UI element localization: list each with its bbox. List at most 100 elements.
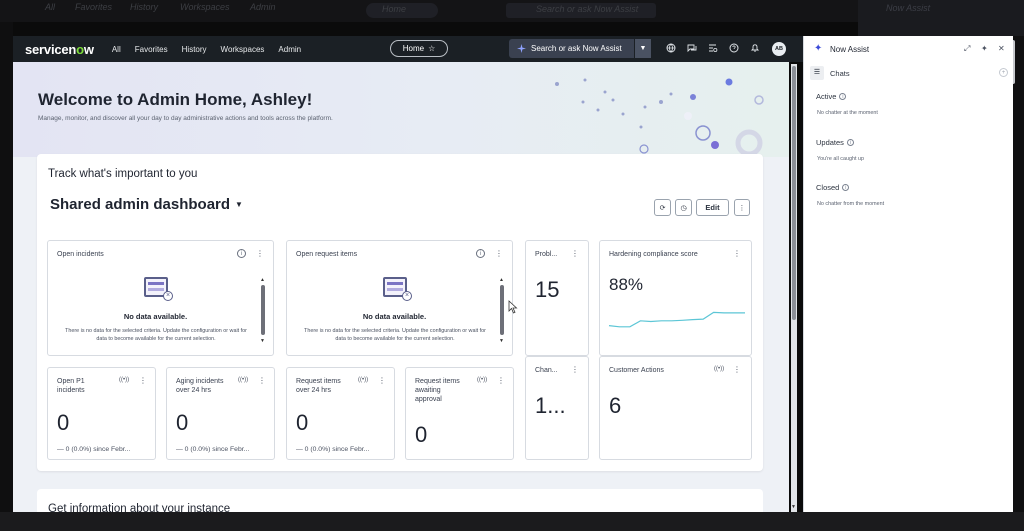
section-title: Track what's important to you: [48, 168, 198, 180]
star-icon[interactable]: ☆: [428, 44, 435, 53]
widget-title: Aging incidents over 24 hrs: [176, 378, 224, 394]
mouse-cursor-icon: [508, 300, 518, 314]
more-vertical-icon[interactable]: ⋮: [256, 249, 264, 258]
widget-title: Probl...: [535, 251, 558, 258]
widget-open-request-items: Open request items i ⋮ × No data availab…: [286, 240, 513, 356]
widget-aging-incidents[interactable]: Aging incidents over 24 hrs ((•)) ⋮ 0 — 0…: [166, 367, 275, 460]
chat-icon[interactable]: [686, 43, 698, 55]
info-icon[interactable]: i: [476, 249, 485, 258]
widget-changes[interactable]: Chan... ⋮ 1...: [525, 356, 589, 460]
info-icon[interactable]: i: [842, 184, 850, 191]
clock-icon: ◷: [680, 204, 687, 212]
ghost-search: Search or ask Now Assist: [506, 3, 656, 18]
bottom-frame: [0, 512, 1024, 531]
new-chat-icon[interactable]: +: [999, 68, 1008, 77]
sparkle-icon: [517, 44, 526, 53]
scroll-thumb[interactable]: [792, 66, 796, 320]
page-subtitle: Manage, monitor, and discover all your d…: [38, 115, 333, 122]
history-button[interactable]: ◷: [675, 199, 692, 216]
scroll-down-icon[interactable]: ▼: [791, 504, 796, 510]
widget-customer-actions[interactable]: Customer Actions ((•)) ⋮ 6: [599, 356, 752, 460]
more-vertical-icon[interactable]: ⋮: [378, 376, 386, 385]
metric-value: 88%: [609, 275, 644, 294]
widget-title: Open P1 incidents: [57, 378, 85, 394]
user-avatar[interactable]: AB: [772, 42, 786, 56]
welcome-banner: Welcome to Admin Home, Ashley! Manage, m…: [13, 62, 789, 157]
nav-admin[interactable]: Admin: [278, 45, 301, 54]
pin-icon[interactable]: ✦: [981, 44, 988, 53]
no-data-title: No data available.: [362, 312, 427, 321]
right-frame: [1013, 36, 1024, 512]
close-icon[interactable]: ✕: [998, 44, 1005, 53]
panel-title: Now Assist: [830, 45, 870, 54]
background-panel-header: Now Assist: [858, 0, 1024, 36]
widget-title: Request items over 24 hrs: [296, 378, 341, 394]
globe-icon[interactable]: [665, 43, 677, 55]
help-icon[interactable]: [728, 43, 740, 55]
ghost-assist-label: Now Assist: [886, 3, 931, 13]
metric-value: 0: [296, 410, 309, 435]
widget-title: Open incidents: [57, 251, 104, 258]
section-title: Get information about your instance: [48, 503, 231, 512]
more-vertical-icon[interactable]: ⋮: [733, 249, 741, 258]
now-assist-search[interactable]: Search or ask Now Assist ▼: [509, 39, 651, 58]
search-list-icon[interactable]: [707, 43, 719, 55]
more-button[interactable]: ⋮: [734, 199, 750, 216]
widget-open-incidents: Open incidents i ⋮ × No data available. …: [47, 240, 274, 356]
sparkline-line: [608, 311, 745, 328]
left-frame: [0, 22, 13, 522]
home-tab-pill[interactable]: Home ☆: [390, 40, 448, 57]
more-vertical-icon[interactable]: ⋮: [497, 376, 505, 385]
main-scrollbar[interactable]: ▼: [791, 64, 797, 512]
chevron-down-icon[interactable]: ▼: [634, 39, 651, 58]
top-navbar: servicenow All Favorites History Workspa…: [13, 36, 803, 62]
section-active[interactable]: Active i: [816, 92, 847, 101]
widget-problems[interactable]: Probl... ⋮ 15: [525, 240, 589, 356]
nav-favorites[interactable]: Favorites: [135, 45, 168, 54]
more-vertical-icon[interactable]: ⋮: [139, 376, 147, 385]
widget-scrollbar[interactable]: ▲ ▼: [260, 277, 266, 345]
metric-value: 0: [415, 422, 428, 447]
dashboard-title: Shared admin dashboard: [50, 196, 231, 213]
main-content: Welcome to Admin Home, Ashley! Manage, m…: [13, 62, 789, 512]
search-label: Search or ask Now Assist: [531, 44, 622, 53]
more-vertical-icon[interactable]: ⋮: [733, 365, 741, 374]
widget-hardening-compliance[interactable]: Hardening compliance score ⋮ 88%: [599, 240, 752, 356]
ghost-nav-workspaces: Workspaces: [180, 2, 230, 12]
widget-open-p1-incidents[interactable]: Open P1 incidents ((•)) ⋮ 0 — 0 (0.0%) si…: [47, 367, 156, 460]
widget-request-items-over-24[interactable]: Request items over 24 hrs ((•)) ⋮ 0 — 0 (…: [286, 367, 395, 460]
widget-request-items-awaiting-approval[interactable]: Request items awaiting approval ((•)) ⋮ 0: [405, 367, 514, 460]
info-icon[interactable]: i: [237, 249, 246, 258]
section-note: No chatter from the moment: [817, 201, 885, 207]
widget-title: Open request items: [296, 251, 358, 258]
refresh-icon: ⟳: [659, 204, 666, 212]
nav-history[interactable]: History: [182, 45, 207, 54]
no-data-icon: ×: [383, 277, 412, 301]
more-vertical-icon[interactable]: ⋮: [571, 249, 579, 258]
chevron-down-icon[interactable]: ▼: [235, 200, 243, 209]
live-icon: ((•)): [477, 377, 488, 383]
dashboard-selector[interactable]: Shared admin dashboard ▼: [50, 196, 243, 213]
decorative-graphic: [555, 78, 764, 157]
section-updates[interactable]: Updates i: [816, 138, 854, 147]
ghost-nav-all: All: [45, 2, 56, 12]
menu-icon[interactable]: ☰: [810, 66, 824, 80]
instance-info-card: Get information about your instance: [37, 489, 763, 512]
info-icon[interactable]: i: [839, 93, 847, 100]
more-vertical-icon[interactable]: ⋮: [258, 376, 266, 385]
refresh-button[interactable]: ⟳: [654, 199, 671, 216]
home-pill-label: Home: [402, 44, 425, 53]
nav-workspaces[interactable]: Workspaces: [221, 45, 265, 54]
nav-all[interactable]: All: [112, 45, 121, 54]
edit-button[interactable]: Edit: [696, 199, 729, 216]
servicenow-logo[interactable]: servicenow: [25, 42, 94, 57]
info-icon[interactable]: i: [846, 139, 854, 146]
bell-icon[interactable]: [749, 43, 761, 55]
metric-value: 15: [535, 277, 560, 302]
section-closed[interactable]: Closed i: [816, 183, 850, 192]
more-vertical-icon[interactable]: ⋮: [495, 249, 503, 258]
expand-icon[interactable]: ⤢: [964, 44, 970, 54]
widget-scrollbar[interactable]: ▲ ▼: [499, 277, 505, 345]
more-vertical-icon[interactable]: ⋮: [571, 365, 579, 374]
live-icon: ((•)): [358, 377, 369, 383]
